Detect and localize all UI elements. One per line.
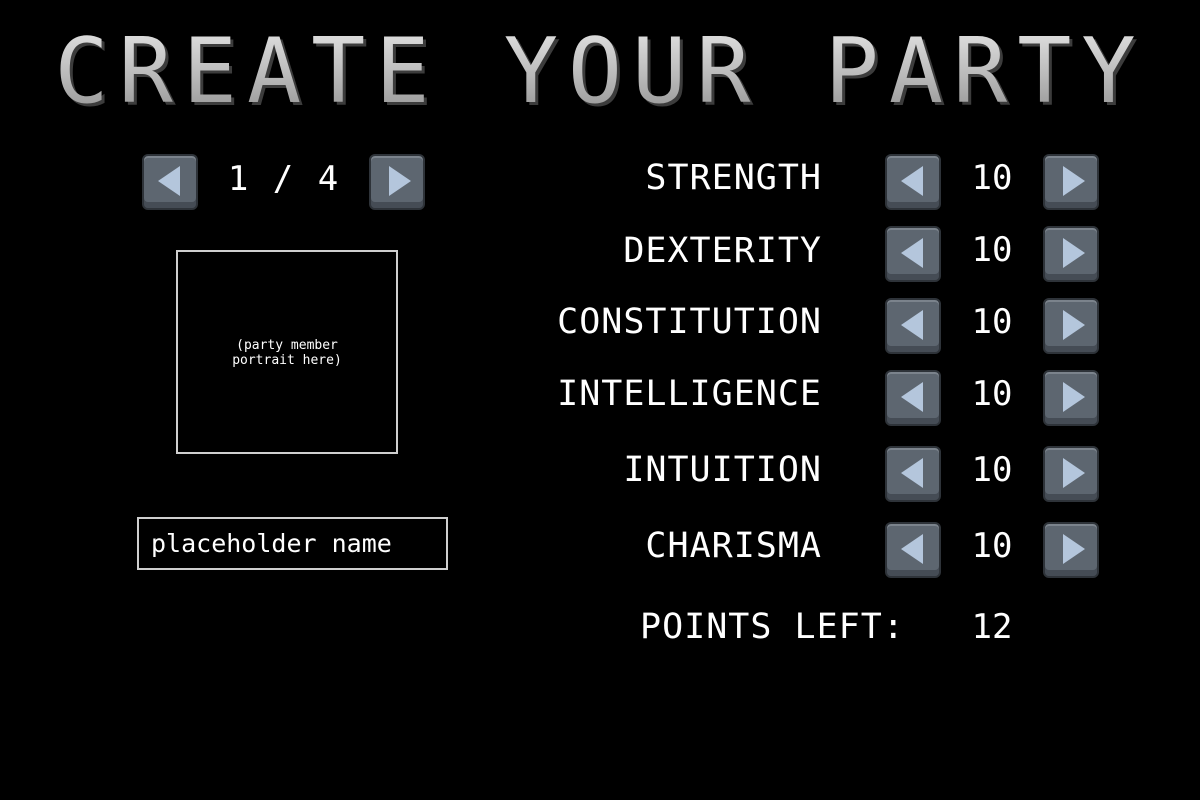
stat-value-constitution: 10 — [971, 302, 1013, 342]
points-left-label: POINTS LEFT: — [640, 607, 905, 647]
chevron-left-icon — [901, 310, 923, 340]
chevron-right-icon — [389, 166, 411, 196]
chevron-left-icon — [901, 534, 923, 564]
stat-label-constitution: CONSTITUTION — [557, 302, 822, 342]
intuition-increase-button[interactable] — [1043, 446, 1099, 502]
chevron-right-icon — [1063, 458, 1085, 488]
stat-label-intelligence: INTELLIGENCE — [557, 374, 822, 414]
party-member-portrait: (party member portrait here) — [176, 250, 398, 454]
points-left-value: 12 — [971, 607, 1013, 647]
chevron-right-icon — [1063, 310, 1085, 340]
stat-value-charisma: 10 — [971, 526, 1013, 566]
dexterity-increase-button[interactable] — [1043, 226, 1099, 282]
chevron-right-icon — [1063, 382, 1085, 412]
stat-label-charisma: CHARISMA — [645, 526, 822, 566]
page-title: CREATE YOUR PARTY — [0, 22, 1200, 122]
chevron-left-icon — [901, 238, 923, 268]
strength-increase-button[interactable] — [1043, 154, 1099, 210]
member-name-input[interactable] — [137, 517, 448, 570]
charisma-decrease-button[interactable] — [885, 522, 941, 578]
intelligence-increase-button[interactable] — [1043, 370, 1099, 426]
stat-value-intelligence: 10 — [971, 374, 1013, 414]
strength-decrease-button[interactable] — [885, 154, 941, 210]
stat-value-intuition: 10 — [971, 450, 1013, 490]
stat-label-dexterity: DEXTERITY — [623, 231, 822, 271]
chevron-left-icon — [901, 166, 923, 196]
chevron-left-icon — [158, 166, 180, 196]
prev-member-button[interactable] — [142, 154, 198, 210]
party-pager-indicator: 1 / 4 — [227, 159, 341, 199]
stat-label-strength: STRENGTH — [645, 158, 822, 198]
chevron-right-icon — [1063, 534, 1085, 564]
charisma-increase-button[interactable] — [1043, 522, 1099, 578]
portrait-placeholder-text: (party member portrait here) — [232, 338, 342, 368]
dexterity-decrease-button[interactable] — [885, 226, 941, 282]
intelligence-decrease-button[interactable] — [885, 370, 941, 426]
chevron-left-icon — [901, 458, 923, 488]
stat-label-intuition: INTUITION — [623, 450, 822, 490]
intuition-decrease-button[interactable] — [885, 446, 941, 502]
next-member-button[interactable] — [369, 154, 425, 210]
chevron-right-icon — [1063, 238, 1085, 268]
stat-value-dexterity: 10 — [971, 230, 1013, 270]
chevron-right-icon — [1063, 166, 1085, 196]
constitution-increase-button[interactable] — [1043, 298, 1099, 354]
chevron-left-icon — [901, 382, 923, 412]
constitution-decrease-button[interactable] — [885, 298, 941, 354]
stat-value-strength: 10 — [971, 158, 1013, 198]
